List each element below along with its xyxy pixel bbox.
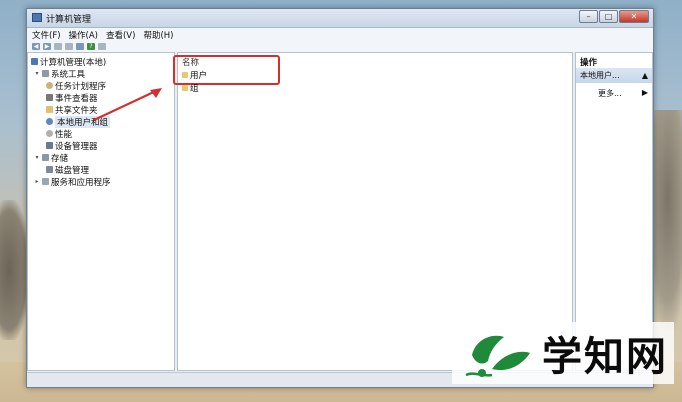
local-users-groups-icon	[46, 118, 53, 125]
forward-arrow-icon[interactable]: ▶	[43, 43, 51, 50]
back-arrow-icon[interactable]: ◀	[32, 43, 40, 50]
tree-item-services-apps[interactable]: ▸ 服务和应用程序	[34, 176, 110, 188]
services-apps-icon	[42, 178, 49, 185]
tree-item-system-tools[interactable]: ▾ 系统工具	[34, 68, 85, 80]
disk-management-icon	[46, 166, 53, 173]
window-title: 计算机管理	[46, 15, 92, 25]
users-folder-icon	[182, 71, 188, 78]
tree-item-storage[interactable]: ▾ 存储	[34, 152, 68, 164]
window-controls: – □ ✕	[579, 10, 649, 23]
menu-action[interactable]: 操作(A)	[69, 29, 98, 41]
minimize-button[interactable]: –	[579, 10, 598, 23]
collapse-up-icon[interactable]: ▲	[642, 71, 648, 80]
expand-arrow-icon[interactable]: ▾	[34, 70, 40, 77]
column-header-name[interactable]: 名称	[182, 56, 199, 68]
close-button[interactable]: ✕	[619, 10, 649, 23]
groups-folder-icon	[182, 84, 188, 91]
task-scheduler-icon	[46, 82, 53, 89]
computer-management-icon	[31, 58, 38, 65]
properties-icon[interactable]	[98, 43, 106, 50]
export-list-icon[interactable]	[76, 43, 84, 50]
annotation-arrow-icon	[93, 88, 162, 121]
watermark-text: 学知网	[542, 333, 668, 380]
show-hide-tree-icon[interactable]	[65, 43, 73, 50]
actions-more[interactable]: 更多... ▶	[598, 88, 648, 99]
device-manager-icon	[46, 142, 53, 149]
tree-item-disk-management[interactable]: 磁盘管理	[46, 164, 89, 176]
maximize-button[interactable]: □	[599, 10, 618, 23]
list-item-groups[interactable]: 组	[182, 82, 199, 94]
tree-item-performance[interactable]: 性能	[46, 128, 72, 140]
watermark: 学知网	[452, 322, 674, 384]
tree-item-device-manager[interactable]: 设备管理器	[46, 140, 98, 152]
system-tools-icon	[42, 70, 49, 77]
shared-folder-icon	[46, 106, 53, 113]
computer-management-icon	[32, 13, 42, 22]
performance-icon	[46, 130, 53, 137]
leaf-logo-icon	[465, 330, 530, 377]
actions-section-local-users[interactable]: 本地用户... ▲	[576, 68, 652, 83]
help-icon[interactable]: ?	[87, 43, 95, 50]
submenu-arrow-icon: ▶	[641, 88, 648, 97]
menu-view[interactable]: 查看(V)	[106, 29, 135, 41]
menu-bar: 文件(F) 操作(A) 查看(V) 帮助(H)	[27, 28, 653, 41]
list-item-users[interactable]: 用户	[182, 69, 207, 81]
actions-title: 操作	[580, 58, 598, 68]
title-bar[interactable]: 计算机管理 – □ ✕	[27, 9, 653, 28]
collapse-arrow-icon[interactable]: ▸	[34, 178, 40, 185]
menu-file[interactable]: 文件(F)	[32, 29, 61, 41]
expand-arrow-icon[interactable]: ▾	[34, 154, 40, 161]
event-viewer-icon	[46, 94, 53, 101]
tree-item-computer-management[interactable]: 计算机管理(本地)	[31, 56, 106, 68]
menu-help[interactable]: 帮助(H)	[143, 29, 173, 41]
storage-icon	[42, 154, 49, 161]
up-folder-icon[interactable]	[54, 43, 62, 50]
